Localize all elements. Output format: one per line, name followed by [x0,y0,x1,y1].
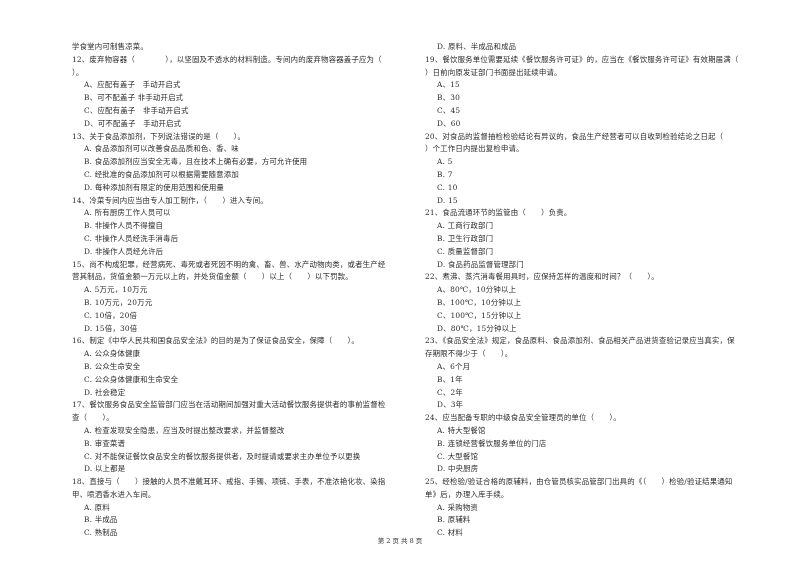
answer-option: A. 5 [437,157,453,167]
question-text: ）。 [72,67,84,77]
answer-option: C. 质量监督部门 [437,246,494,256]
answer-option: A. 原料 [84,502,110,512]
question-text: 15、尚不构成犯罪，经营病死、毒死或者死因不明的禽、畜、兽、水产动物肉类，或者生… [72,259,386,269]
answer-option: A、应配有盖子 手动开启式 [84,80,181,90]
question-text: 学食堂内可制售凉菜。 [72,42,148,51]
answer-option: D. 每种添加剂有限定的使用范围和使用量 [84,182,225,192]
answer-option: B、可不配盖子 非手动开启式 [84,93,184,103]
answer-option: D. 原料、半成品和成品 [437,42,517,51]
answer-option: C. 经批准的食品添加剂可以根据需要随意添加 [84,169,239,179]
answer-option: A. 检查发现安全隐患，应当及时提出整改要求，并监督整改 [84,425,285,435]
question-text: 查（ ）。 [72,413,114,423]
answer-option: B、100℃，10分钟以上 [437,297,522,307]
answer-option: B. 7 [437,169,453,179]
answer-option: A. 采购物资 [437,502,478,512]
page-footer: 第 2 页 共 8 页 [377,537,423,545]
answer-option: A. 特大型餐馆 [437,425,486,435]
question-text: 甲、喷洒香水进入车间。 [72,489,156,499]
answer-option: D. 社会稳定 [84,387,126,397]
question-text: 单》后，办理入库手续。 [425,489,509,499]
question-text: 22、煮沸、蒸汽消毒餐用具时，应保持怎样的温度和时间？（ ）。 [425,272,659,282]
answer-option: C. 对不能保证餐饮食品安全的餐饮服务提供者，及时提请或要求主办单位予以更换 [84,451,361,461]
answer-option: A、15 [437,80,460,90]
answer-option: C. 非操作人员经洗手消毒后 [84,233,179,243]
answer-option: D. 15倍，30倍 [84,323,138,333]
answer-option: B、30 [437,93,461,103]
answer-option: B. 审查菜谱 [84,438,126,448]
question-text: 17、餐饮服务食品安全监管部门应当在活动期间加强对重大活动餐饮服务提供者的事前监… [72,400,386,410]
question-text: 20、对食品的监督抽检检验结论有异议的，食品生产经营者可以自收到检验结论之日起（ [425,131,724,141]
answer-option: B. 连锁经营餐饮服务单位的门店 [437,438,547,448]
question-text: 21、食品流通环节的监管由（ ）负责。 [425,208,572,218]
question-text: ）日前向原发证部门书面提出延续申请。 [425,67,562,77]
answer-option: D. 以上都是 [84,464,126,474]
answer-option: A. 所有厨房工作人员可以 [84,208,171,218]
answer-option: C. 公众身体健康和生命安全 [84,374,179,384]
answer-option: C、100℃，15分钟以上 [437,310,522,320]
answer-option: D、3年 [437,400,464,410]
answer-option: C、45 [437,105,461,115]
answer-option: B. 非操作人员不得擅自 [84,221,164,231]
question-text: 14、冷菜专间内应当由专人加工制作，（ ）进入专间。 [72,195,268,205]
answer-option: C、应配有盖子 非手动开启式 [84,105,189,115]
question-text: 23、《食品安全法》规定，食品原料、食品添加剂、食品相关产品进货查验记录应当真实… [425,336,735,346]
question-text: 营其制品，货值金额一万元以上的，并处货值金额（ ）以上（ ）以下罚款。 [72,272,353,282]
question-text: 19、餐饮服务单位需要延续《餐饮服务许可证》的，应当在《餐饮服务许可证》有效期届… [425,54,739,64]
answer-option: B. 卫生行政部门 [437,233,494,243]
question-text: 24、应当配备专职的中级食品安全管理员的单位（ ）。 [425,413,621,423]
answer-option: C. 10 [437,182,458,192]
question-text: 13、关于食品添加剂，下列说法错误的是（ ）。 [72,131,246,141]
answer-option: A、6个月 [437,361,471,371]
answer-option: A. 工商行政部门 [437,221,494,231]
answer-option: D、80℃，15分钟以上 [437,323,517,333]
answer-option: D. 15 [437,195,458,205]
answer-option: B、1年 [437,374,463,384]
answer-option: C. 10倍，20倍 [84,310,138,320]
question-text: 12、废弃物容器（ ），以坚固及不透水的材料制造。专间内的废弃物容器盖子应为（ [72,54,382,64]
answer-option: C. 大型餐馆 [437,451,479,461]
answer-option: D、可不配盖子 手动开启式 [84,118,182,128]
answer-option: D. 食品药品监督管理部门 [437,259,524,269]
answer-option: D、60 [437,118,461,128]
answer-option: A. 公众身体健康 [84,349,141,359]
answer-option: D. 中央厨房 [437,464,479,474]
question-text: 存期限不得少于（ ）。 [425,349,513,359]
answer-option: A、80℃，10分钟以上 [437,285,517,295]
left-column: 学食堂内可制售凉菜。 12、废弃物容器（ ），以坚固及不透水的材料制造。专间内的废… [72,41,417,540]
question-text: 25、经检验/验证合格的原辅料，由仓管员核实品管部门出具的《（ ）检验/验证结果… [425,477,733,487]
question-text: ）个工作日内提出复检申请。 [425,144,524,154]
answer-option: B. 原辅料 [437,515,471,525]
answer-option: B. 10万元，20万元 [84,297,153,307]
document-page: 学食堂内可制售凉菜。 12、废弃物容器（ ），以坚固及不透水的材料制造。专间内的废… [0,0,800,565]
answer-option: A. 5万元，10万元 [84,285,148,295]
right-column: D. 原料、半成品和成品 19、餐饮服务单位需要延续《餐饮服务许可证》的，应当在《… [425,41,770,540]
answer-option: C、2年 [437,387,463,397]
answer-option: B. 半成品 [84,515,118,525]
answer-option: D. 非操作人员经允许后 [84,246,164,256]
answer-option: B. 食品添加剂应当安全无毒，且在技术上确有必要，方可允许使用 [84,157,308,167]
answer-option: B. 公众生命安全 [84,361,141,371]
question-text: 16、制定《中华人民共和国食品安全法》的目的是为了保证食品安全，保障（ ）。 [72,336,359,346]
answer-option: A. 食品添加剂可以改善食品品质和色、香、味 [84,144,239,154]
question-text: 18、直接与（ ）接触的人员不准戴耳环、戒指、手镯、项链、手表，不准浓艳化妆、染… [72,477,386,487]
